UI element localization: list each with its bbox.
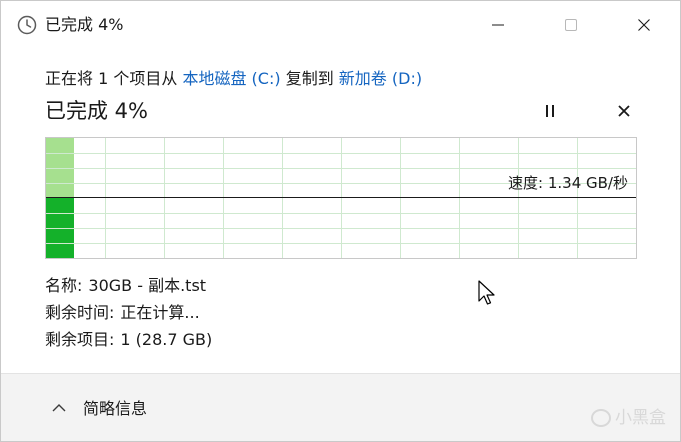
source-link[interactable]: 本地磁盘 (C:) — [182, 69, 280, 88]
grid-line — [46, 243, 636, 244]
items-remaining-value: 1 (28.7 GB) — [120, 330, 213, 349]
minimize-button[interactable] — [469, 1, 527, 49]
destination-link[interactable]: 新加卷 (D:) — [339, 69, 422, 88]
grid-line — [46, 168, 636, 169]
copy-description: 正在将 1 个项目从 本地磁盘 (C:) 复制到 新加卷 (D:) — [45, 68, 422, 90]
grid-line — [577, 138, 578, 258]
items-remaining-label: 剩余项目: — [45, 330, 115, 349]
copy-middle: 复制到 — [285, 69, 334, 88]
grid-line — [105, 138, 106, 258]
grid-line — [341, 138, 342, 258]
file-name-row: 名称: 30GB - 副本.tst — [45, 275, 206, 297]
grid-line — [518, 138, 519, 258]
watermark-text: 小黑盒 — [615, 408, 666, 428]
window-title: 已完成 4% — [45, 15, 124, 34]
grid-line — [164, 138, 165, 258]
close-icon — [618, 105, 630, 117]
copy-prefix: 正在将 1 个项目从 — [45, 69, 178, 88]
speed-label: 速度: 1.34 GB/秒 — [508, 174, 628, 192]
grid-line — [459, 138, 460, 258]
progress-status: 已完成 4% — [45, 99, 148, 123]
clock-icon — [17, 15, 37, 35]
file-name-value: 30GB - 副本.tst — [88, 276, 207, 295]
footer: 简略信息 — [1, 373, 680, 441]
transfer-speed-graph: 速度: 1.34 GB/秒 — [45, 137, 637, 259]
cancel-button[interactable] — [612, 101, 636, 123]
items-remaining-row: 剩余项目: 1 (28.7 GB) — [45, 329, 212, 351]
grid-line — [46, 228, 636, 229]
grid-line — [46, 153, 636, 154]
close-window-button[interactable] — [615, 1, 673, 49]
watermark-logo-icon — [591, 409, 611, 427]
time-remaining-label: 剩余时间: — [45, 303, 115, 322]
time-remaining-value: 正在计算... — [120, 303, 200, 322]
speed-line — [46, 197, 636, 198]
maximize-button[interactable] — [542, 1, 600, 49]
close-icon — [638, 19, 650, 31]
mouse-cursor-icon — [478, 280, 498, 312]
grid-line — [223, 138, 224, 258]
file-name-label: 名称: — [45, 276, 83, 295]
grid-line — [400, 138, 401, 258]
title-bar[interactable]: 已完成 4% — [1, 1, 680, 49]
minimize-icon — [492, 24, 504, 26]
time-remaining-row: 剩余时间: 正在计算... — [45, 302, 200, 324]
grid-line — [46, 213, 636, 214]
fewer-details-label: 简略信息 — [83, 399, 148, 418]
chevron-up-icon — [52, 404, 66, 412]
watermark: 小黑盒 — [591, 403, 666, 428]
copy-dialog-window: 已完成 4% 正在将 1 个项目从 本地磁盘 (C:) 复制到 新加卷 (D:)… — [0, 0, 681, 442]
pause-button[interactable] — [539, 101, 563, 123]
maximize-icon — [565, 19, 577, 31]
grid-line — [282, 138, 283, 258]
